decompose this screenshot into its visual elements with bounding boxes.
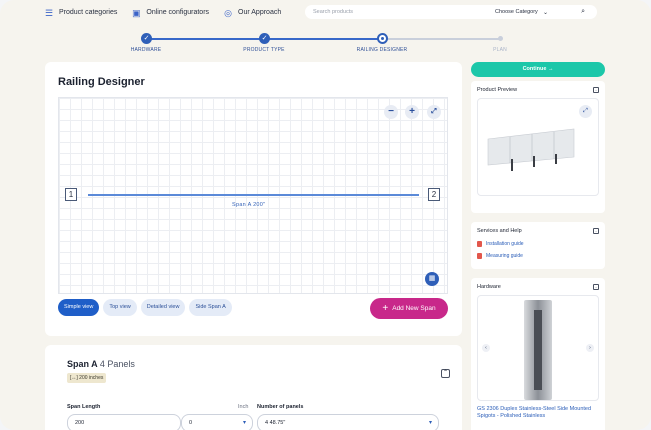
plus-icon: +: [382, 303, 389, 314]
step-hardware-label[interactable]: HARDWARE: [131, 47, 162, 53]
collapse-icon[interactable]: -: [593, 284, 599, 290]
continue-label: Continue: [522, 66, 547, 72]
nav-label: Product categories: [59, 9, 118, 16]
view-switcher: Simple view Top view Detailed view Side …: [58, 299, 232, 316]
span-details-card: Span A 4 Panels [↔] 200 inches ⌃ Span Le…: [45, 345, 462, 430]
span-dimension-label: Span A 200": [232, 202, 266, 208]
approach-icon: ◎: [224, 7, 232, 18]
product-preview-title: Product Preview: [477, 87, 518, 93]
services-help-panel: Services and Help - Installation guide M…: [471, 222, 605, 269]
continue-button[interactable]: Continue →: [471, 62, 605, 77]
detailed-view-button[interactable]: Detailed view: [140, 299, 186, 316]
panels-value: 4: [265, 420, 269, 426]
step-connector: [382, 38, 500, 40]
nav-our-approach[interactable]: ◎ Our Approach: [223, 8, 281, 18]
step-connector: [146, 38, 264, 40]
app-frame: ☰ Product categories ▣ Online configurat…: [0, 0, 651, 430]
pdf-icon: [477, 253, 482, 259]
hardware-image: ‹ ›: [477, 295, 599, 401]
hardware-panel: Hardware - ‹ › GS 2306 Duplex Stainless-…: [471, 278, 605, 430]
span-title: Span A 4 Panels: [67, 359, 135, 369]
step-railing-designer-label[interactable]: RAILING DESIGNER: [357, 47, 408, 53]
carousel-next-icon[interactable]: ›: [586, 344, 594, 352]
guide-label: Measuring guide: [486, 253, 523, 259]
span-name: Span A: [67, 359, 98, 369]
panel-width: 48.75": [269, 420, 286, 426]
step-plan-label: PLAN: [493, 47, 507, 53]
step-product-type-label[interactable]: PRODUCT TYPE: [243, 47, 284, 53]
expand-icon[interactable]: ⤢: [579, 105, 592, 118]
collapse-icon[interactable]: -: [593, 87, 599, 93]
railing-designer-card: Railing Designer − + ⤢ 1 2 Span A 200" ▦…: [45, 62, 462, 336]
span-end-post[interactable]: 2: [428, 188, 440, 201]
search-bar[interactable]: Search products Choose Category ⌄ ⌕: [305, 5, 597, 19]
span-fraction-value: 0: [189, 420, 193, 426]
add-span-label: Add New Span: [392, 305, 436, 312]
zoom-out-button[interactable]: −: [384, 105, 398, 119]
number-of-panels-label: Number of panels: [257, 404, 304, 410]
step-hardware-check-icon[interactable]: ✓: [141, 33, 152, 44]
search-icon[interactable]: ⌕: [581, 8, 585, 16]
span-length-unit: Inch: [238, 404, 249, 410]
category-select[interactable]: Choose Category: [495, 9, 538, 15]
span-start-post[interactable]: 1: [65, 188, 77, 201]
arrow-right-icon: →: [547, 66, 554, 72]
span-panels-count: 4 Panels: [99, 359, 135, 369]
services-help-title: Services and Help: [477, 228, 522, 234]
add-new-span-button[interactable]: + Add New Span: [370, 298, 448, 319]
span-length-input[interactable]: 200: [67, 414, 181, 430]
carousel-prev-icon[interactable]: ‹: [482, 344, 490, 352]
step-connector: [264, 38, 382, 40]
installation-guide-link[interactable]: Installation guide: [477, 241, 524, 247]
number-of-panels-select[interactable]: 4 48.75" ▾: [257, 414, 439, 430]
product-preview-image: ⤢: [477, 98, 599, 196]
progress-stepper: ✓ HARDWARE ✓ PRODUCT TYPE RAILING DESIGN…: [0, 30, 651, 56]
span-fraction-select[interactable]: 0 ▾: [181, 414, 253, 430]
nav-online-configurators[interactable]: ▣ Online configurators: [131, 8, 209, 18]
chevron-down-icon: ⌄: [543, 9, 549, 16]
guide-label: Installation guide: [486, 241, 524, 247]
configurator-icon: ▣: [132, 7, 141, 18]
spigot-image: [524, 300, 552, 400]
hardware-title: Hardware: [477, 284, 501, 290]
nav-label: Our Approach: [238, 9, 282, 16]
span-line[interactable]: [88, 194, 419, 196]
step-product-type-check-icon[interactable]: ✓: [259, 33, 270, 44]
chevron-down-icon: ▾: [242, 420, 246, 426]
span-length-chip: [↔] 200 inches: [67, 373, 107, 383]
fullscreen-icon[interactable]: ⤢: [427, 105, 441, 119]
step-railing-designer-dot[interactable]: [377, 33, 388, 44]
side-span-a-button[interactable]: Side Span A: [189, 299, 232, 316]
design-canvas[interactable]: − + ⤢ 1 2 Span A 200" ▦: [58, 97, 448, 294]
page-title: Railing Designer: [58, 76, 145, 88]
collapse-icon[interactable]: ⌃: [441, 369, 450, 378]
zoom-in-button[interactable]: +: [405, 105, 419, 119]
product-preview-panel: Product Preview - ⤢: [471, 81, 605, 213]
search-input[interactable]: Search products: [313, 9, 353, 15]
pdf-icon: [477, 241, 482, 247]
span-length-label: Span Length: [67, 404, 101, 410]
nav-product-categories[interactable]: ☰ Product categories: [44, 8, 117, 18]
menu-list-icon: ☰: [44, 7, 54, 18]
measuring-guide-link[interactable]: Measuring guide: [477, 253, 523, 259]
chevron-down-icon: ▾: [428, 420, 432, 426]
nav-label: Online configurators: [146, 9, 210, 16]
simple-view-button[interactable]: Simple view: [58, 299, 100, 316]
grid-toggle-icon[interactable]: ▦: [425, 272, 439, 286]
collapse-icon[interactable]: -: [593, 228, 599, 234]
step-plan-dot: [498, 36, 503, 41]
top-view-button[interactable]: Top view: [103, 299, 137, 316]
hardware-product-name[interactable]: GS 2306 Duplex Stainless-Steel Side Moun…: [477, 406, 599, 420]
